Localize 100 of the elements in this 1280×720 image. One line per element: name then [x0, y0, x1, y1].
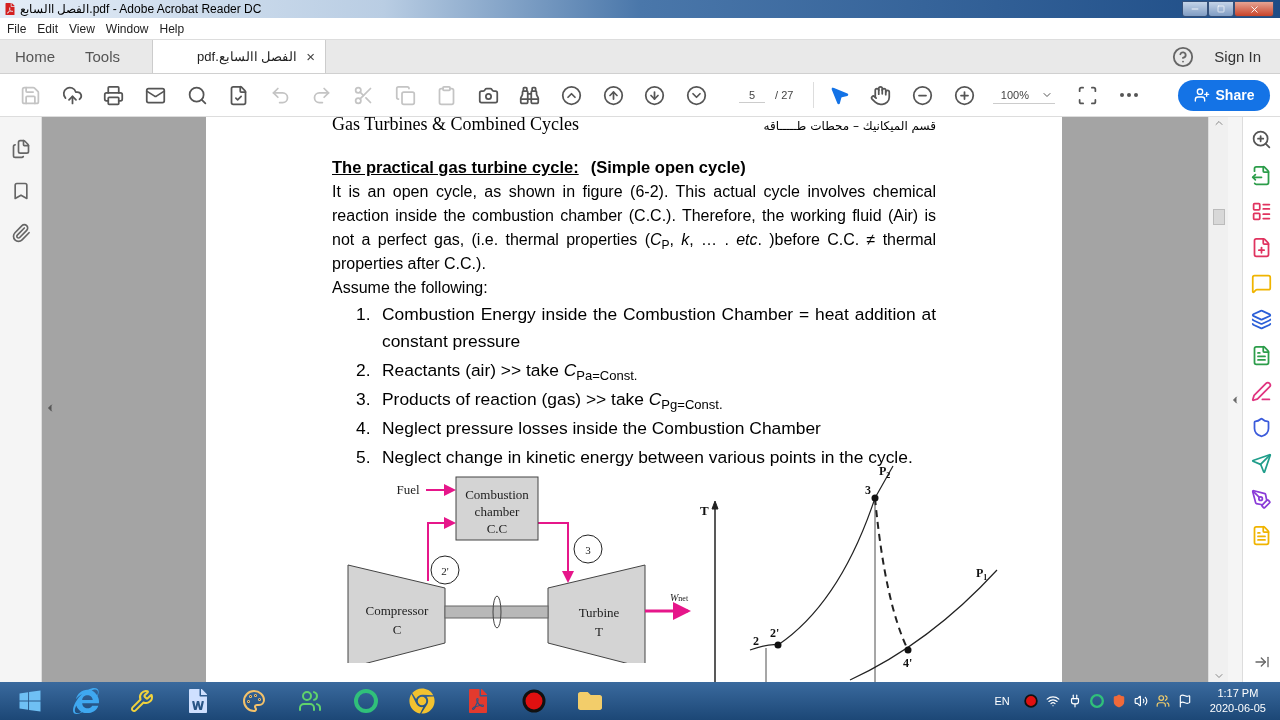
fill-sign-icon[interactable] [1251, 381, 1272, 402]
browser-icon [409, 688, 435, 714]
hand-tool-icon [870, 84, 892, 106]
print-icon [103, 84, 125, 106]
chamber-label: chamber [474, 504, 520, 519]
clock[interactable]: 1:17 PM 2020-06-05 [1209, 686, 1266, 716]
compressor-label: C [392, 622, 402, 637]
restore-icon [1217, 5, 1225, 13]
fuel-label: Fuel [396, 482, 420, 497]
list-number: 2. [356, 359, 372, 382]
menu-item[interactable]: View [66, 21, 103, 36]
create-pdf-icon[interactable] [1251, 237, 1272, 258]
point-label: 2 [753, 634, 759, 648]
sign-in-link[interactable]: Sign In [1214, 48, 1261, 65]
last-page-icon [685, 84, 707, 106]
list-item-text: Reactants (air) >> take C$_{Pa=Const.}$ [382, 359, 639, 384]
pages-icon[interactable] [10, 139, 31, 159]
nav-tab[interactable]: Tools [70, 40, 136, 73]
point-label: 2' [770, 626, 780, 640]
state-label: 2' [441, 565, 449, 577]
language-indicator[interactable]: EN [994, 695, 1010, 707]
pressure-label: P$_{1}$ [976, 566, 988, 582]
people-icon [298, 689, 322, 713]
sign-icon[interactable] [1251, 489, 1272, 510]
next-page-icon [644, 84, 666, 106]
menu-item[interactable]: Edit [34, 21, 67, 36]
tools-icon [130, 689, 154, 713]
state-point [871, 494, 879, 502]
zoom-out-icon [911, 84, 933, 106]
flag-icon[interactable] [1177, 694, 1192, 708]
running-head: Gas Turbines & Combined Cycles [332, 117, 579, 135]
state-circle [430, 555, 460, 585]
chamber-label: Combustion [465, 487, 529, 502]
help-icon[interactable] [1172, 45, 1195, 68]
combine-files-icon[interactable] [1251, 309, 1272, 330]
body-paragraph: Assume the following: [332, 278, 489, 298]
attachment-icon[interactable] [10, 223, 31, 243]
state-point [774, 641, 782, 649]
compressor-label: Compressor [365, 603, 429, 618]
share-button[interactable]: Share [1178, 79, 1270, 111]
close-button[interactable] [1234, 1, 1274, 17]
list-number: 3. [356, 388, 372, 411]
point-label: 4' [903, 656, 913, 670]
menu-item[interactable]: File [4, 21, 35, 36]
browser-icon [73, 688, 99, 714]
state-circle [573, 534, 603, 564]
zoom-icon[interactable] [1251, 129, 1272, 150]
minimize-button[interactable] [1182, 1, 1208, 17]
ring-icon [354, 689, 378, 713]
send-icon[interactable] [1251, 453, 1272, 474]
organize-pages-icon[interactable] [1251, 201, 1272, 222]
document-tab[interactable]: الفصل االسابع.pdf × [152, 40, 327, 73]
turbine-label: T [595, 624, 603, 639]
menu-item[interactable]: Window [102, 21, 157, 36]
previous-page-icon [602, 84, 624, 106]
zoom-dropdown[interactable]: 100% [992, 86, 1055, 104]
turbine-label: Turbine [578, 605, 620, 620]
list-item-text: Neglect pressure losses inside the Combustion Chamber [382, 417, 822, 440]
menu-item[interactable]: Help [156, 21, 193, 36]
chamber-label: C.C [486, 521, 508, 536]
collapse-panel-icon[interactable] [1253, 654, 1270, 670]
windows-logo-icon [18, 689, 42, 713]
folder-icon [578, 689, 602, 713]
people-icon[interactable] [1155, 694, 1170, 708]
pdf-icon [466, 689, 490, 713]
list-number: 1. [356, 303, 372, 326]
list-number: 5. [356, 446, 372, 469]
record-icon[interactable] [1023, 694, 1038, 708]
protect-icon[interactable] [1251, 417, 1272, 438]
page-number-field[interactable]: 5 [739, 87, 766, 103]
edit-pdf-icon[interactable] [1251, 345, 1272, 366]
nav-tab[interactable]: Home [0, 40, 70, 73]
list-item-text: Combustion Energy inside the Combustion Chamber = heat addition at constant pressure [382, 303, 936, 353]
close-icon [1248, 3, 1260, 15]
section-heading: The practical gas turbine cycle: [332, 157, 579, 178]
list-item-text: Products of reaction (gas) >> take C$_{Pg=Const.}$ [382, 388, 724, 413]
restore-button[interactable] [1208, 1, 1234, 17]
copy-icon [394, 84, 416, 106]
list-number: 4. [356, 417, 372, 440]
signal-icon[interactable] [1045, 694, 1060, 708]
save-icon [20, 84, 42, 106]
scroll-thumb[interactable] [1212, 209, 1225, 225]
export-pdf-icon[interactable] [1251, 165, 1272, 186]
search-icon [519, 84, 541, 106]
point-label: 3 [865, 483, 871, 497]
close-tab-button[interactable]: × [306, 48, 316, 65]
find-icon [186, 84, 208, 106]
scrollbar[interactable] [1208, 117, 1228, 682]
add-user-icon [1193, 87, 1210, 103]
more-icon [1120, 93, 1139, 97]
volume-icon[interactable] [1133, 694, 1148, 708]
heading-note: (Simple open cycle) [590, 157, 746, 178]
running-head: قسم الميكانيك – محطات طـــــاقه [763, 119, 936, 133]
palette-icon [242, 689, 266, 713]
word-document-icon [186, 689, 210, 713]
app-icon [4, 3, 16, 15]
zoom-in-icon [953, 84, 975, 106]
state-point [904, 646, 912, 654]
shield-icon[interactable] [1111, 694, 1126, 708]
fit-page-icon [1077, 84, 1099, 106]
